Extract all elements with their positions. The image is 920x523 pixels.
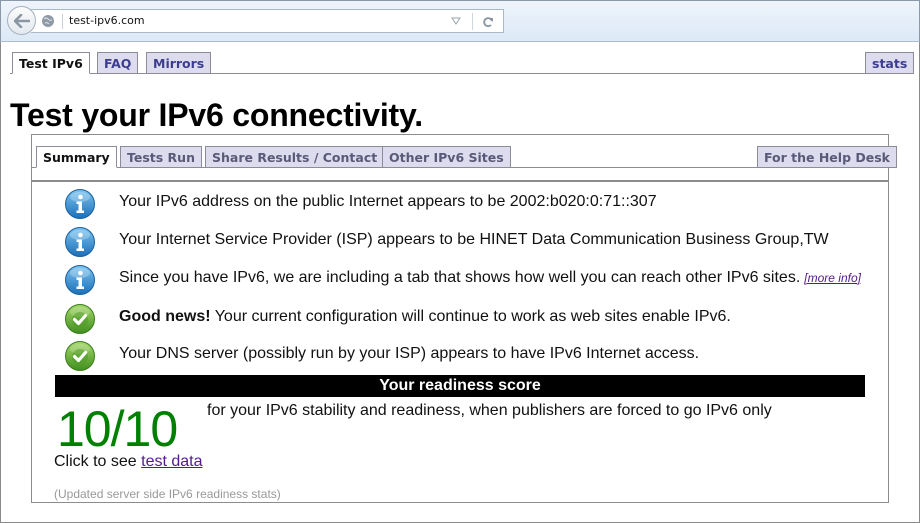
message-text-wrap: Since you have IPv6, we are including a … [119,269,861,287]
readiness-description: for your IPv6 stability and readiness, w… [207,402,772,419]
tab-stats[interactable]: stats [865,52,915,74]
globe-icon [41,14,55,28]
info-icon [65,265,95,295]
test-data-link[interactable]: test data [141,453,202,470]
back-button[interactable] [7,6,36,35]
message-text: Your IPv6 address on the public Internet… [119,193,657,210]
message-good-news: Good news! Your current configuration wi… [64,302,731,336]
message-bold: Good news! [119,308,211,325]
message-text: Your DNS server (possibly run by your IS… [119,345,700,362]
tab-test-ipv6[interactable]: Test IPv6 [12,52,90,74]
message-isp: Your Internet Service Provider (ISP) app… [64,225,829,259]
readiness-score: 10/10 [57,401,178,457]
message-text: Your Internet Service Provider (ISP) app… [119,231,829,248]
dropdown-arrow-icon[interactable] [449,14,463,28]
tab-summary[interactable]: Summary [36,146,117,168]
tab-other-ipv6-sites[interactable]: Other IPv6 Sites [382,146,511,168]
reload-icon[interactable] [479,13,497,31]
message-other-sites: Since you have IPv6, we are including a … [64,263,861,297]
back-arrow-icon [13,13,30,28]
readiness-header: Your readiness score [55,375,865,397]
updated-stats-note[interactable]: (Updated server side IPv6 readiness stat… [54,487,281,501]
tabs-divider [10,73,910,74]
address-bar[interactable]: test-ipv6.com [31,9,504,33]
check-icon [65,341,95,371]
info-icon [65,227,95,257]
url-separator [62,14,63,29]
message-dns: Your DNS server (possibly run by your IS… [64,339,699,373]
inner-content-divider [31,180,889,182]
tab-share-results[interactable]: Share Results / Contact [205,146,385,168]
page-title: Test your IPv6 connectivity. [10,97,423,133]
browser-toolbar: test-ipv6.com [0,0,920,42]
info-icon [65,189,95,219]
more-info-link[interactable]: [more info] [804,271,861,285]
message-text-wrap: Good news! Your current configuration wi… [119,308,731,326]
tab-tests-run[interactable]: Tests Run [120,146,202,168]
check-icon [65,304,95,334]
url-separator [472,13,473,30]
message-text: Since you have IPv6, we are including a … [119,269,801,286]
url-text[interactable]: test-ipv6.com [69,14,145,27]
message-ipv6-address: Your IPv6 address on the public Internet… [64,187,657,221]
test-data-line: Click to see test data [54,453,203,471]
message-text: Your current configuration will continue… [210,308,731,325]
tab-mirrors[interactable]: Mirrors [146,52,212,74]
tab-faq[interactable]: FAQ [97,52,139,74]
tab-help-desk[interactable]: For the Help Desk [757,146,897,168]
click-prefix: Click to see [54,453,142,470]
